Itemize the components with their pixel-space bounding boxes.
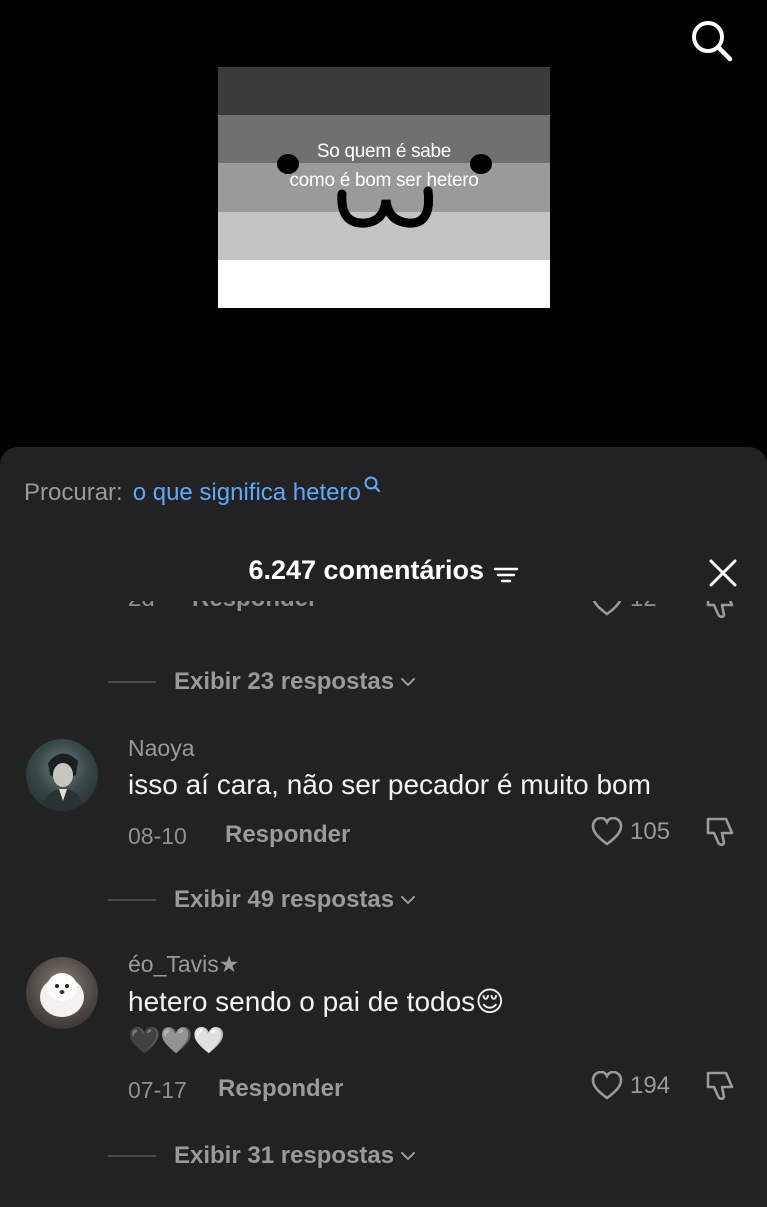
comment-text: isso aí cara, não ser pecador é muito bo…	[128, 769, 651, 800]
search-icon[interactable]	[688, 18, 736, 62]
video-caption: So quem é sabe como é bom ser hetero	[218, 137, 550, 195]
divider-line	[108, 1155, 156, 1157]
caption-line: So quem é sabe	[316, 141, 452, 162]
dislike-icon	[706, 1071, 734, 1101]
heart-icon[interactable]	[590, 601, 624, 617]
view-replies-button[interactable]: Exibir 49 respostas	[108, 885, 416, 915]
avatar[interactable]	[26, 739, 98, 811]
filter-icon[interactable]	[493, 564, 519, 586]
dislike-icon[interactable]	[704, 601, 738, 621]
caption-line: como é bom ser hetero	[289, 170, 479, 191]
like-button[interactable]: 105	[590, 817, 670, 847]
dislike-button[interactable]	[704, 815, 738, 854]
search-small-icon	[364, 476, 380, 493]
comment-text: hetero sendo o pai de todos😌	[128, 986, 505, 1017]
divider-line	[108, 681, 156, 683]
comment-date: 07-17	[128, 1077, 187, 1103]
search-prefix: Procurar:	[24, 479, 123, 506]
comments-header: 6.247 comentários	[0, 555, 767, 595]
comment-count: 6.247 comentários	[248, 555, 485, 585]
comment-date: 08-10	[128, 823, 187, 849]
chevron-down-icon	[401, 678, 416, 687]
comment-emoji-line: 🖤🩶🤍	[128, 1025, 226, 1055]
like-count: 194	[630, 1072, 671, 1099]
reply-button[interactable]: Responder	[192, 601, 317, 613]
like-count: 105	[630, 818, 671, 845]
divider-line	[108, 899, 156, 901]
video-flag-image[interactable]: So quem é sabe como é bom ser hetero	[218, 67, 550, 308]
view-replies-label: Exibir 31 respostas	[174, 1142, 395, 1169]
chevron-down-icon	[401, 1152, 416, 1161]
view-replies-label: Exibir 49 respostas	[174, 886, 395, 913]
chevron-down-icon	[401, 896, 416, 905]
like-button[interactable]: 194	[590, 1071, 670, 1101]
reply-button[interactable]: Responder	[225, 821, 350, 849]
like-count: 12	[630, 601, 657, 613]
comment-username[interactable]: éo_Tavis★	[128, 951, 239, 978]
heart-icon	[591, 1071, 623, 1100]
heart-icon	[591, 817, 623, 846]
comments-sheet: Procurar: o que significa hetero 6.247 c…	[0, 447, 767, 1207]
comment-username[interactable]: Naoya	[128, 735, 194, 762]
previous-comment-actions: 2d Responder 12	[0, 601, 767, 629]
avatar[interactable]	[26, 957, 98, 1029]
dislike-icon	[706, 817, 734, 847]
close-icon[interactable]	[705, 555, 741, 591]
view-replies-button[interactable]: Exibir 23 respostas	[108, 667, 416, 697]
view-replies-button[interactable]: Exibir 31 respostas	[108, 1141, 416, 1171]
reply-button[interactable]: Responder	[218, 1075, 343, 1103]
search-query-link[interactable]: o que significa hetero	[133, 479, 361, 507]
search-suggestion[interactable]: Procurar: o que significa hetero	[24, 476, 383, 507]
dislike-button[interactable]	[704, 1069, 738, 1108]
view-replies-label: Exibir 23 respostas	[174, 668, 395, 695]
comment-date: 2d	[128, 601, 155, 613]
